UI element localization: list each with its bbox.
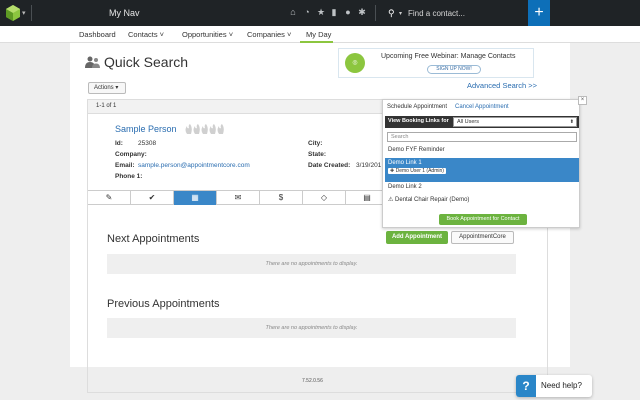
app-menu-chevron-icon[interactable]: ▾ [22, 9, 26, 17]
nav-title[interactable]: My Nav [109, 8, 140, 18]
booking-link-label: Demo Link 1 [388, 160, 422, 166]
user-filter-value: All Users [457, 119, 480, 125]
help-label: Need help? [541, 381, 582, 390]
mail-icon: ✉ [234, 193, 242, 202]
email-link[interactable]: sample.person@appointmentcore.com [138, 162, 250, 169]
appointmentcore-button[interactable]: AppointmentCore [451, 231, 514, 244]
user-icon[interactable]: ● [343, 7, 353, 18]
help-question-icon: ? [516, 375, 536, 397]
booking-link-user: ✚ Demo User 1 (Admin) [388, 168, 446, 174]
contact-search: ⚲ ▾ [388, 7, 508, 19]
version-label: 7.52.0.56 [302, 378, 323, 384]
previous-appointments-title: Previous Appointments [107, 298, 220, 310]
previous-appointments-empty: There are no appointments to display. [107, 318, 516, 338]
result-count: 1-1 of 1 [96, 103, 117, 109]
tab-orders[interactable]: $ [260, 191, 303, 205]
advanced-search-link[interactable]: Advanced Search >> [467, 81, 537, 90]
notes-icon: ▤ [363, 193, 371, 202]
booking-link-option[interactable]: ⚠ Dental Chair Repair (Demo) [385, 196, 579, 203]
tab-tasks[interactable]: ✔ [131, 191, 174, 205]
booking-link-label: Dental Chair Repair (Demo) [395, 197, 470, 203]
home-icon[interactable]: ⌂ [288, 7, 298, 18]
help-widget[interactable]: ? Need help? [516, 375, 592, 397]
warning-icon: ⚠ [388, 197, 396, 203]
page-title: Quick Search [104, 54, 189, 70]
quick-search-icon [85, 56, 100, 68]
company-label: Company: [115, 151, 147, 158]
history-icon[interactable]: ◔ [302, 7, 312, 18]
check-icon: ✔ [148, 193, 156, 202]
booking-link-option[interactable]: Demo FYF Reminder [385, 147, 579, 153]
tab-tags[interactable]: ◇ [303, 191, 346, 205]
lead-score-flames-icon [185, 124, 224, 134]
reports-icon[interactable]: ▮ [329, 7, 339, 18]
contact-name-link[interactable]: Sample Person [115, 124, 177, 134]
webinar-signup-button[interactable]: SIGN UP NOW! [427, 65, 481, 74]
phone-label: Phone 1: [115, 173, 143, 180]
state-label: State: [308, 151, 327, 158]
tag-icon: ◇ [320, 193, 328, 202]
nav-companies[interactable]: Companies ˅ [247, 30, 291, 39]
schedule-appointment-tab[interactable]: Schedule Appointment [387, 104, 447, 110]
search-icon[interactable]: ⚲ [388, 7, 395, 19]
email-label: Email: [115, 162, 135, 169]
select-arrows-icon: ⬍ [569, 119, 574, 125]
nav-dashboard[interactable]: Dashboard [79, 30, 116, 39]
close-icon[interactable]: × [578, 96, 587, 105]
webinar-logo-icon: ◎ [345, 53, 365, 73]
quick-add-button[interactable]: + [528, 0, 550, 26]
dollar-icon: $ [278, 193, 284, 202]
app-logo-icon[interactable] [6, 5, 20, 21]
tab-edit[interactable]: ✎ [88, 191, 131, 205]
webinar-title: Upcoming Free Webinar: Manage Contacts [381, 53, 516, 60]
id-value: 25308 [138, 140, 157, 147]
cancel-appointment-link[interactable]: Cancel Appointment [455, 104, 509, 110]
top-divider [375, 5, 376, 21]
main-nav: Dashboard Contacts ˅ Opportunities ˅ Com… [0, 26, 640, 43]
city-label: City: [308, 140, 323, 147]
id-label: Id: [115, 140, 123, 147]
calendar-icon: ▦ [191, 193, 199, 202]
view-booking-links-label: View Booking Links for [388, 118, 449, 124]
top-bar: ▾ My Nav ⌂ ◔ ★ ▮ ● ✱ ⚲ ▾ + [0, 0, 640, 26]
booking-link-option[interactable]: Demo Link 2 [385, 184, 579, 190]
tab-appointments[interactable]: ▦ [174, 191, 217, 205]
booking-links-panel: × Schedule Appointment Cancel Appointmen… [382, 96, 587, 228]
date-created-label: Date Created: [308, 162, 351, 169]
webinar-banner[interactable]: ◎ Upcoming Free Webinar: Manage Contacts… [338, 48, 534, 78]
nav-opportunities[interactable]: Opportunities ˅ [182, 30, 233, 39]
star-icon[interactable]: ★ [316, 7, 326, 18]
edit-icon: ✎ [105, 193, 113, 202]
date-created-value: 3/19/201 [356, 162, 382, 169]
book-appointment-button[interactable]: Book Appointment for Contact [439, 214, 527, 225]
search-chevron-down-icon[interactable]: ▾ [399, 8, 402, 20]
next-appointments-title: Next Appointments [107, 233, 200, 245]
contact-search-input[interactable] [408, 7, 508, 19]
next-appointments-empty: There are no appointments to display. [107, 254, 516, 274]
user-filter-select[interactable]: All Users ⬍ [453, 117, 577, 127]
nav-my-day[interactable]: My Day [306, 30, 331, 39]
add-appointment-button[interactable]: Add Appointment [386, 231, 448, 244]
booking-link-option-selected[interactable]: Demo Link 1 ✚ Demo User 1 (Admin) [385, 158, 579, 182]
view-booking-links-bar: View Booking Links for All Users ⬍ [385, 116, 579, 128]
actions-dropdown[interactable]: Actions ▾ [88, 82, 126, 94]
nav-contacts[interactable]: Contacts ˅ [128, 30, 164, 39]
settings-icon[interactable]: ✱ [357, 7, 367, 18]
nav-divider [31, 5, 32, 21]
booking-links-search-input[interactable] [387, 132, 577, 142]
tab-email[interactable]: ✉ [217, 191, 260, 205]
